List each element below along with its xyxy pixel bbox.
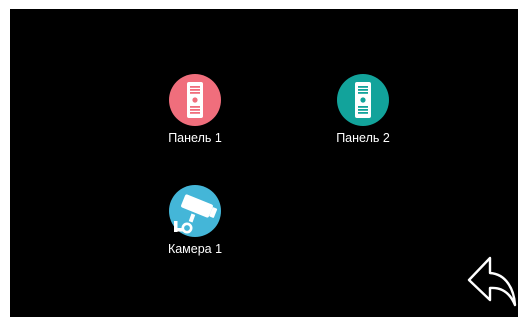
- back-arrow-icon[interactable]: [466, 254, 518, 310]
- device-tile-panel-2[interactable]: Панель 2: [318, 73, 408, 145]
- door-panel-icon: [169, 74, 221, 126]
- device-tile-panel-1[interactable]: Панель 1: [150, 73, 240, 145]
- door-panel-icon: [337, 74, 389, 126]
- device-tile-camera-1[interactable]: Камера 1: [150, 184, 240, 256]
- device-label: Камера 1: [167, 242, 223, 256]
- device-label: Панель 2: [336, 131, 390, 145]
- monitor-screen: Панель 1 Панель 2 Камера 1: [10, 9, 518, 317]
- cctv-camera-icon: [169, 185, 221, 237]
- device-label: Панель 1: [168, 131, 222, 145]
